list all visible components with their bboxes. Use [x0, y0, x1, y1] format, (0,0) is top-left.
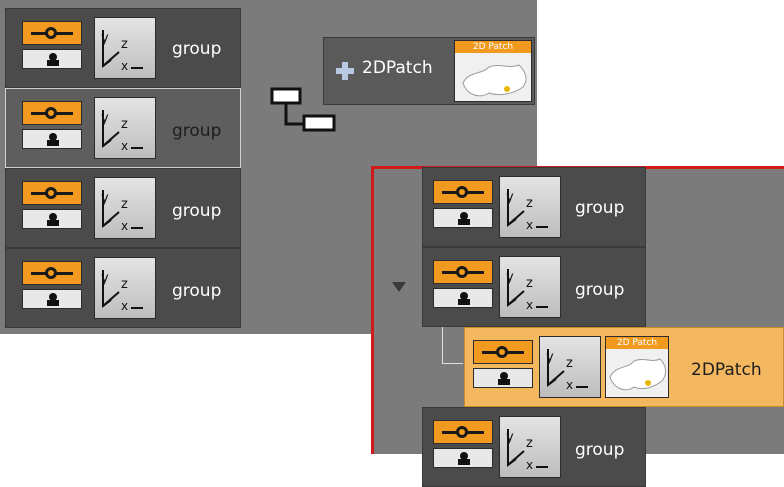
svg-text:x: x	[566, 378, 573, 392]
svg-text:x: x	[526, 218, 533, 232]
visibility-toggle[interactable]	[473, 340, 533, 364]
lock-toggle[interactable]	[22, 129, 82, 149]
2d-patch-thumbnail: 2D Patch	[454, 40, 532, 102]
lock-toggle[interactable]	[433, 208, 493, 228]
axis-icon[interactable]: yzx	[499, 256, 561, 318]
tree-row-group[interactable]: yzx group	[422, 407, 646, 487]
lock-toggle[interactable]	[473, 368, 533, 388]
row-label: group	[575, 280, 625, 300]
thumbnail-tag: 2D Patch	[606, 337, 668, 349]
row-label: group	[575, 198, 625, 218]
axis-icon[interactable]: yzx	[499, 176, 561, 238]
visibility-toggle[interactable]	[433, 180, 493, 204]
visibility-toggle[interactable]	[22, 261, 82, 285]
svg-text:x: x	[121, 299, 128, 313]
svg-text:x: x	[526, 458, 533, 472]
row-label: group	[172, 281, 222, 301]
tree-row-2dpatch-highlighted[interactable]: yzx 2D Patch 2DPatch	[464, 327, 784, 407]
svg-text:z: z	[121, 277, 128, 292]
lock-toggle[interactable]	[433, 288, 493, 308]
svg-text:z: z	[121, 197, 128, 212]
lock-toggle[interactable]	[22, 49, 82, 69]
zoomed-tree-panel: yzx group yzx group yzx 2D Patch 2DPatch…	[371, 166, 784, 487]
tree-connector-line	[442, 327, 463, 364]
plus-icon	[336, 62, 354, 80]
tree-row-group[interactable]: yzx group	[5, 248, 241, 328]
svg-text:z: z	[121, 117, 128, 132]
visibility-toggle[interactable]	[22, 101, 82, 125]
tree-row-group-expanded[interactable]: yzx group	[422, 247, 646, 327]
svg-text:z: z	[526, 276, 533, 291]
svg-text:x: x	[121, 139, 128, 153]
row-label: 2DPatch	[691, 360, 762, 380]
tree-row-group[interactable]: yzx group	[422, 167, 646, 247]
row-label: group	[575, 440, 625, 460]
thumbnail-tag: 2D Patch	[455, 41, 531, 53]
svg-text:x: x	[121, 59, 128, 73]
dragged-2dpatch-node[interactable]: 2DPatch 2D Patch	[323, 37, 535, 105]
node-label: 2DPatch	[362, 58, 433, 78]
axis-icon[interactable]: yzx	[94, 257, 156, 319]
axis-icon[interactable]: yzx	[94, 17, 156, 79]
svg-text:x: x	[121, 219, 128, 233]
svg-text:x: x	[526, 298, 533, 312]
axis-icon[interactable]: yzx	[94, 97, 156, 159]
visibility-toggle[interactable]	[22, 181, 82, 205]
visibility-toggle[interactable]	[433, 260, 493, 284]
tree-row-group-selected[interactable]: yzx group	[5, 88, 241, 168]
svg-text:z: z	[526, 436, 533, 451]
axis-icon[interactable]: yzx	[499, 416, 561, 478]
lock-toggle[interactable]	[22, 209, 82, 229]
expand-arrow-icon[interactable]	[392, 279, 406, 292]
tree-row-group[interactable]: yzx group	[5, 8, 241, 88]
tree-row-group[interactable]: yzx group	[5, 168, 241, 248]
lock-toggle[interactable]	[433, 448, 493, 468]
lock-toggle[interactable]	[22, 289, 82, 309]
svg-text:z: z	[526, 196, 533, 211]
row-label: group	[172, 39, 222, 59]
visibility-toggle[interactable]	[22, 21, 82, 45]
svg-text:z: z	[121, 37, 128, 52]
2d-patch-thumbnail: 2D Patch	[605, 336, 669, 398]
axis-icon[interactable]: yzx	[94, 177, 156, 239]
svg-text:z: z	[566, 356, 573, 371]
visibility-toggle[interactable]	[433, 420, 493, 444]
row-label: group	[172, 121, 222, 141]
axis-icon[interactable]: yzx	[539, 336, 601, 398]
row-label: group	[172, 201, 222, 221]
